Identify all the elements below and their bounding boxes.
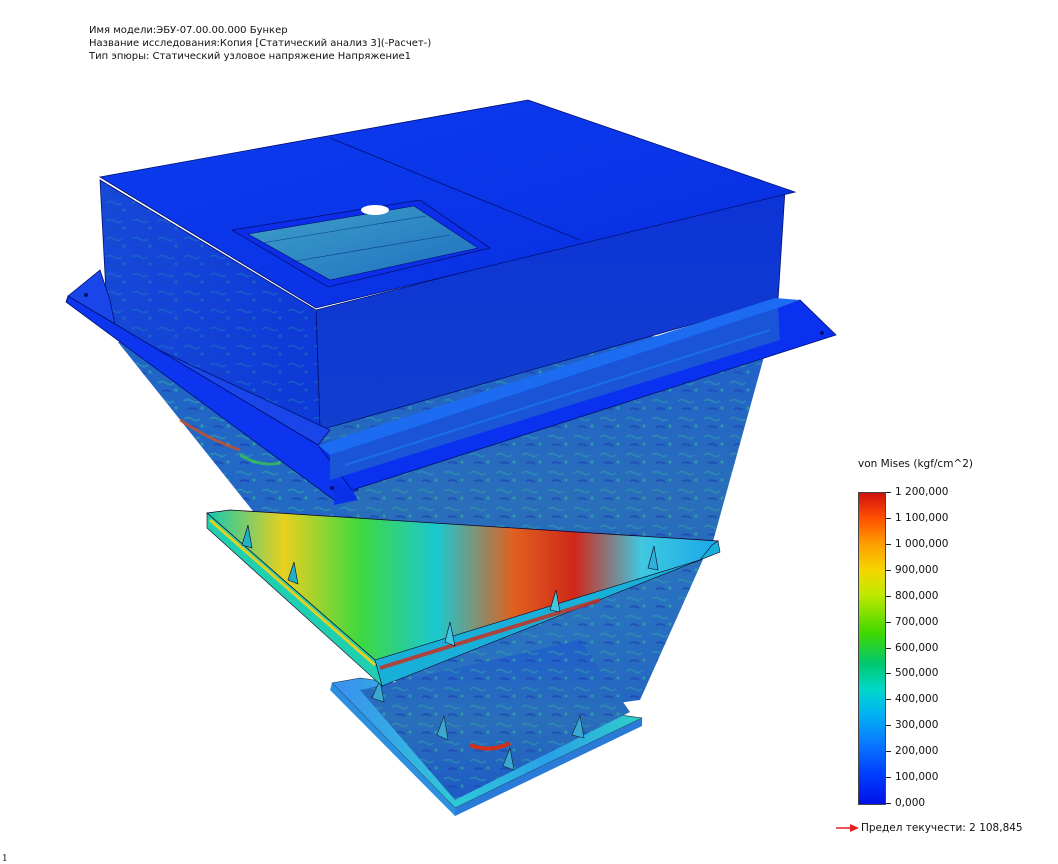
legend-tick (886, 569, 891, 571)
legend-tick (886, 621, 891, 623)
legend-tick (886, 517, 891, 519)
hopper-3d-model[interactable] (0, 0, 1058, 864)
legend-tick (886, 492, 891, 493)
legend-tick-label: 0,000 (895, 797, 926, 809)
legend-tick (886, 673, 891, 675)
legend-tick (886, 803, 891, 804)
yield-strength-text: Предел текучести: 2 108,845 (861, 822, 1023, 834)
legend-tick-label: 600,000 (895, 641, 939, 654)
legend-title: von Mises (kgf/cm^2) (858, 458, 973, 470)
color-scale-bar (858, 492, 886, 805)
legend-tick-label: 1 100,000 (895, 511, 949, 524)
legend-tick-label: 300,000 (895, 719, 939, 732)
legend-tick-label: 700,000 (895, 615, 939, 628)
legend-tick (886, 699, 891, 701)
legend-tick-label: 200,000 (895, 745, 939, 758)
legend-tick (886, 595, 891, 597)
legend-tick (886, 777, 891, 779)
legend-tick (886, 543, 891, 545)
legend-tick-label: 1 000,000 (895, 537, 949, 550)
legend-tick (886, 751, 891, 753)
corner-mark: 1 (2, 854, 8, 864)
legend-tick-label: 900,000 (895, 563, 939, 576)
legend-tick-label: 400,000 (895, 693, 939, 706)
legend-tick-label: 100,000 (895, 771, 939, 784)
yield-arrow-icon (836, 824, 859, 832)
legend-tick-label: 1 200,000 (895, 486, 949, 498)
legend-tick (886, 647, 891, 649)
legend-tick-label: 800,000 (895, 589, 939, 602)
legend-tick-label: 500,000 (895, 667, 939, 680)
legend-tick (886, 725, 891, 727)
